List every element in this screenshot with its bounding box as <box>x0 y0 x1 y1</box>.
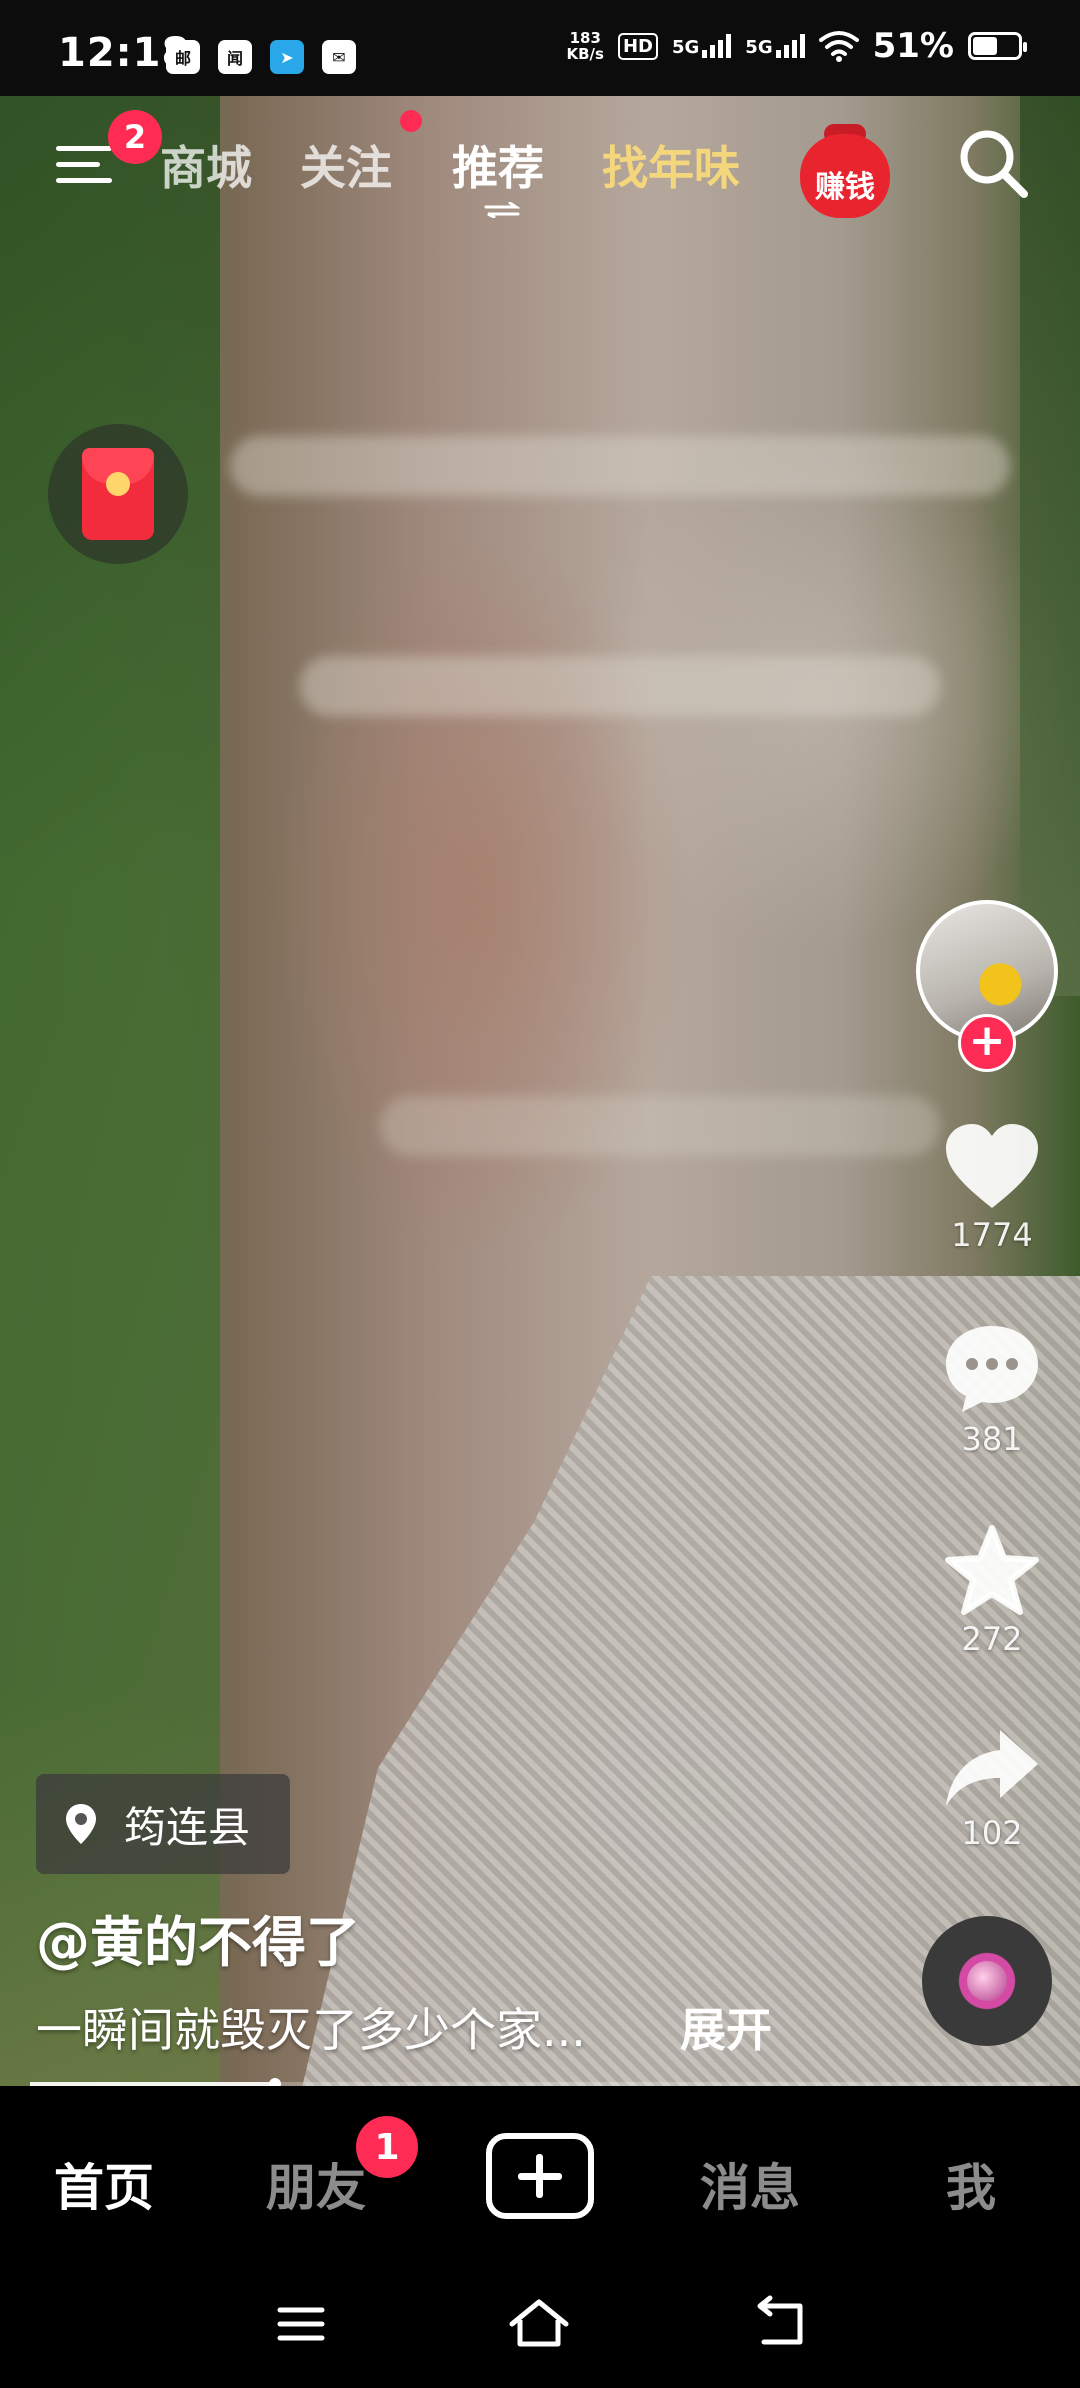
tab-home[interactable]: 首页 <box>54 2148 154 2220</box>
heart-icon <box>946 1124 1038 1208</box>
tab-messages[interactable]: 消息 <box>700 2148 800 2220</box>
comment-count: 381 <box>961 1420 1023 1458</box>
system-nav-bar <box>0 2266 1080 2388</box>
tab-friends[interactable]: 朋友 <box>266 2148 366 2220</box>
cliff-band <box>230 436 1010 496</box>
bottom-tab-bar: 首页 朋友 1 消息 我 <box>0 2086 1080 2266</box>
tab-me[interactable]: 我 <box>946 2148 996 2220</box>
share-count: 102 <box>961 1814 1023 1852</box>
favorite-count: 272 <box>961 1620 1023 1658</box>
menu-badge: 2 <box>108 110 162 164</box>
create-post-button[interactable] <box>486 2133 594 2219</box>
post-office-app-icon: 邮 <box>166 40 200 74</box>
cliff-band <box>300 656 940 716</box>
cliff-band <box>380 1096 940 1156</box>
telegram-app-icon: ➤ <box>270 40 304 74</box>
battery-icon <box>968 32 1027 60</box>
refresh-arrows-icon <box>484 202 520 218</box>
battery-percent: 51% <box>872 26 954 66</box>
menu-button[interactable] <box>56 134 116 184</box>
follow-button[interactable]: + <box>958 1014 1016 1072</box>
tab-new-year[interactable]: 找年味 <box>602 132 740 198</box>
following-dot <box>400 110 422 132</box>
top-nav: 2 商城 关注 推荐 找年味 赚钱 <box>0 110 1080 220</box>
search-icon[interactable] <box>956 126 1030 200</box>
comment-button[interactable]: 381 <box>912 1322 1072 1458</box>
like-button[interactable]: 1774 <box>912 1122 1072 1254</box>
news-app-icon: 闻 <box>218 40 252 74</box>
vegetation-right <box>1020 96 1080 996</box>
tab-recommend[interactable]: 推荐 <box>452 132 544 198</box>
favorite-button[interactable]: 272 <box>912 1524 1072 1658</box>
tab-mall[interactable]: 商城 <box>160 132 252 198</box>
home-icon[interactable] <box>504 2294 574 2354</box>
comment-icon <box>946 1326 1038 1412</box>
signal-5g-1-icon: 5G <box>672 34 732 58</box>
back-icon[interactable] <box>744 2294 814 2354</box>
location-label: 筠连县 <box>124 1802 251 1852</box>
tab-following[interactable]: 关注 <box>300 132 392 198</box>
message-app-icon: ✉ <box>322 40 356 74</box>
status-bar: 12:18 邮 闻 ➤ ✉ 183 KB/s HD 5G 5G 51% <box>0 0 1080 96</box>
location-pin-icon <box>66 1804 96 1844</box>
friends-badge: 1 <box>356 2116 418 2178</box>
music-disc[interactable] <box>922 1916 1052 2046</box>
network-speed: 183 KB/s <box>566 29 604 63</box>
like-count: 1774 <box>951 1216 1033 1254</box>
wifi-icon <box>818 31 859 62</box>
recent-apps-icon[interactable] <box>266 2294 336 2354</box>
signal-5g-2-icon: 5G <box>745 34 805 58</box>
hd-voice-icon: HD <box>617 32 658 60</box>
star-icon <box>945 1525 1039 1615</box>
expand-button[interactable]: 展开 <box>680 1994 772 2060</box>
location-tag[interactable]: 筠连县 <box>36 1774 291 1874</box>
post-description: 一瞬间就毁灭了多少个家... <box>36 2003 586 2057</box>
notification-icons: 邮 闻 ➤ ✉ <box>166 40 356 74</box>
red-packet-button[interactable] <box>48 424 188 564</box>
earn-money-button[interactable]: 赚钱 <box>800 118 890 218</box>
share-arrow-icon <box>946 1730 1038 1806</box>
share-button[interactable]: 102 <box>912 1726 1072 1852</box>
author-name[interactable]: @黄的不得了 <box>36 1898 360 1977</box>
